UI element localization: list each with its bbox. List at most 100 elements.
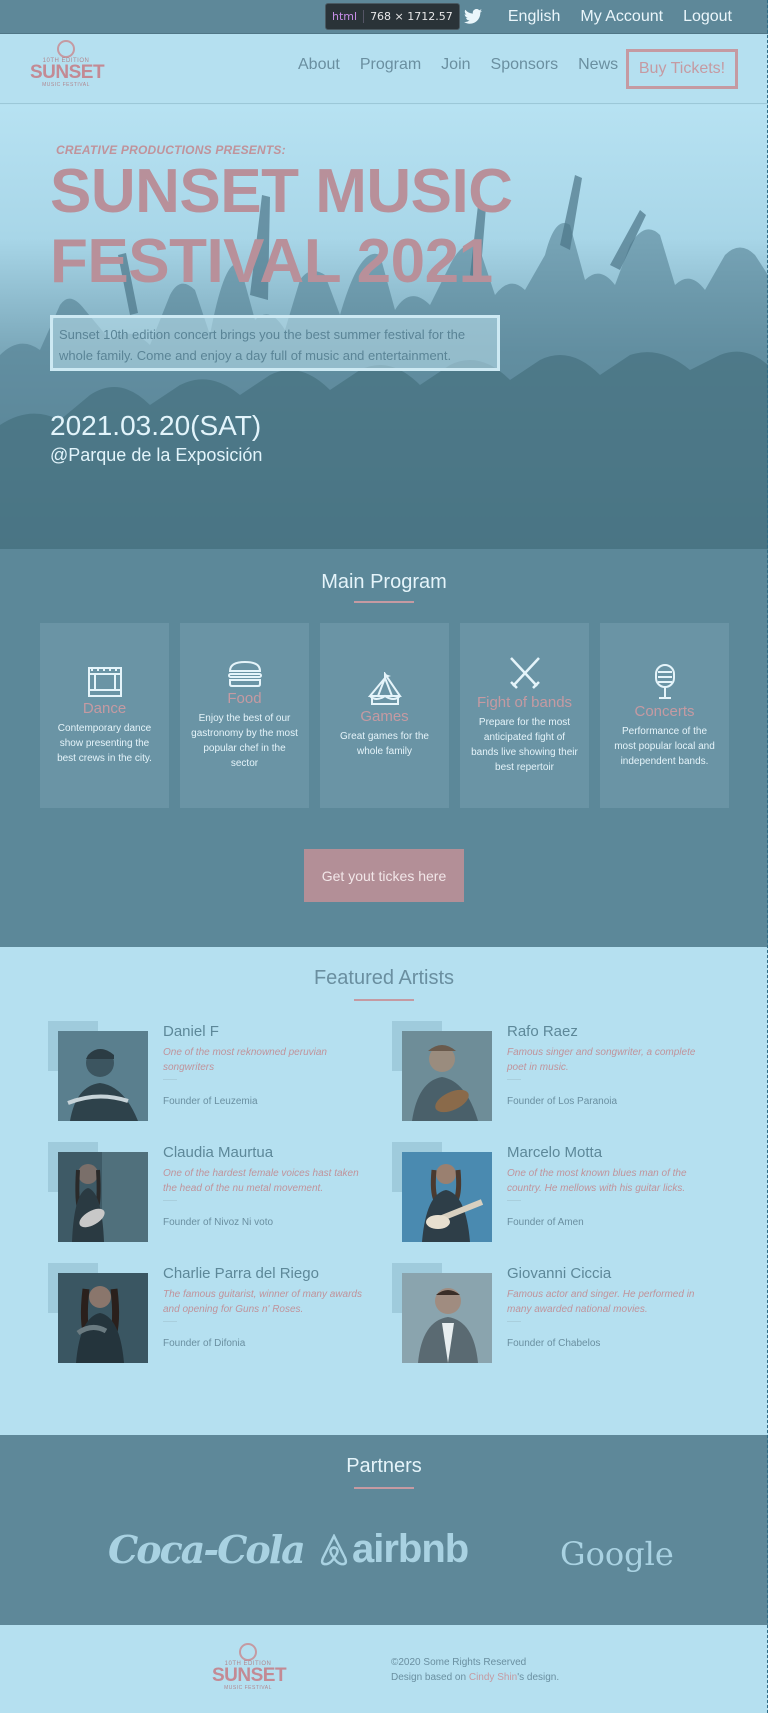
artist-founder: Founder of Chabelos xyxy=(507,1338,601,1349)
artist-photo xyxy=(402,1273,492,1363)
artist-card[interactable]: Claudia Maurtua One of the hardest femal… xyxy=(48,1142,368,1242)
program-card-title: Concerts xyxy=(634,702,695,720)
nav-join[interactable]: Join xyxy=(441,56,470,74)
program-card-concerts: Concerts Performance of the most popular… xyxy=(600,623,729,808)
artist-card[interactable]: Marcelo Motta One of the most known blue… xyxy=(392,1142,712,1242)
nav-sponsors[interactable]: Sponsors xyxy=(491,56,559,74)
artist-name: Claudia Maurtua xyxy=(163,1144,274,1161)
artist-divider xyxy=(163,1200,177,1201)
my-account-link[interactable]: My Account xyxy=(580,8,663,26)
artist-founder: Founder of Amen xyxy=(507,1217,584,1228)
top-bar: html 768 × 1712.57 English My Account Lo… xyxy=(0,0,768,34)
buy-tickets-button[interactable]: Buy Tickets! xyxy=(626,49,738,89)
program-card-title: Dance xyxy=(82,699,127,717)
artist-desc: One of the most known blues man of the c… xyxy=(507,1168,687,1194)
hero-section: CREATIVE PRODUCTIONS PRESENTS: SUNSET MU… xyxy=(0,105,768,549)
stage-icon xyxy=(87,666,122,697)
circus-tent-icon xyxy=(367,672,402,705)
artist-photo xyxy=(58,1152,148,1242)
artist-desc: The famous guitarist, winner of many awa… xyxy=(163,1289,362,1315)
footer-copyright-block: ©2020 Some Rights Reserved Design based … xyxy=(391,1655,559,1685)
program-card-desc: Prepare for the most anticipated fight o… xyxy=(471,717,578,773)
artist-divider xyxy=(507,1079,521,1080)
partners-section: Partners Coca-Cola airbnb Google xyxy=(0,1435,768,1625)
program-cards: Dance Contemporary dance show presenting… xyxy=(40,623,729,808)
hero-pretitle: CREATIVE PRODUCTIONS PRESENTS: xyxy=(56,143,286,157)
site-header: 10TH EDITION SUNSET MUSIC FESTIVAL About… xyxy=(0,34,768,104)
partner-logo-google[interactable]: Google xyxy=(560,1535,674,1573)
artist-founder: Founder of Nivoz Ni voto xyxy=(163,1217,274,1228)
program-title-rule xyxy=(354,601,414,603)
program-card-desc: Great games for the whole family xyxy=(340,731,429,757)
artists-title-rule xyxy=(354,999,414,1001)
logo-mark-icon xyxy=(57,40,75,58)
footer-logo[interactable]: 10TH EDITION SUNSET MUSIC FESTIVAL xyxy=(212,1643,287,1701)
hero-title-line2: FESTIVAL 2021 xyxy=(50,227,493,296)
microphone-icon xyxy=(654,663,675,699)
design-credit-suffix: 's design. xyxy=(517,1672,560,1683)
artist-name: Rafo Raez xyxy=(507,1023,578,1040)
featured-artists-section: Featured Artists Daniel F One of the mos… xyxy=(0,947,768,1435)
artist-photo xyxy=(402,1152,492,1242)
hero-title: SUNSET MUSIC FESTIVAL 2021 xyxy=(50,157,610,297)
program-card-desc: Enjoy the best of our gastronomy by the … xyxy=(191,713,298,769)
airbnb-wordmark: airbnb xyxy=(352,1527,469,1571)
devtools-dimensions: 768 × 1712.57 xyxy=(370,10,453,23)
artist-desc: One of the hardest female voices hast ta… xyxy=(163,1168,359,1194)
program-card-desc: Performance of the most popular local an… xyxy=(614,725,715,767)
artist-card[interactable]: Giovanni Ciccia Famous actor and singer.… xyxy=(392,1263,712,1363)
devtools-tag: html xyxy=(326,10,365,23)
program-card-dance: Dance Contemporary dance show presenting… xyxy=(40,623,169,808)
airbnb-icon xyxy=(320,1533,348,1565)
artist-founder: Founder of Los Paranoia xyxy=(507,1096,618,1107)
artist-divider xyxy=(163,1079,177,1080)
footer-copyright: ©2020 Some Rights Reserved xyxy=(391,1657,527,1668)
program-card-fight-of-bands: Fight of bands Prepare for the most anti… xyxy=(460,623,589,808)
program-card-title: Fight of bands xyxy=(476,694,573,711)
crossed-swords-icon xyxy=(509,657,540,689)
program-card-food: Food Enjoy the best of our gastronomy by… xyxy=(180,623,309,808)
artist-name: Charlie Parra del Riego xyxy=(163,1265,319,1282)
artist-photo xyxy=(58,1031,148,1121)
nav-about[interactable]: About xyxy=(298,56,340,74)
hero-title-line1: SUNSET MUSIC xyxy=(50,157,513,226)
program-card-title: Games xyxy=(360,708,409,725)
devtools-size-tooltip: html 768 × 1712.57 xyxy=(325,3,460,30)
artist-divider xyxy=(507,1200,521,1201)
design-credit-prefix: Design based on xyxy=(391,1672,469,1683)
logo-name: SUNSET xyxy=(212,1665,287,1686)
artist-founder: Founder of Difonia xyxy=(163,1338,246,1349)
artist-photo xyxy=(58,1273,148,1363)
partner-logo-airbnb[interactable]: airbnb xyxy=(320,1527,469,1572)
event-date: 2021.03.20(SAT) xyxy=(50,410,262,441)
burger-icon xyxy=(227,660,262,687)
program-card-title: Food xyxy=(227,690,262,707)
twitter-icon[interactable] xyxy=(463,9,482,24)
logo-mark-icon xyxy=(239,1643,257,1661)
program-card-desc: Contemporary dance show presenting the b… xyxy=(57,722,152,764)
logout-link[interactable]: Logout xyxy=(683,8,732,26)
artist-card[interactable]: Charlie Parra del Riego The famous guita… xyxy=(48,1263,368,1363)
event-venue: @Parque de la Exposición xyxy=(50,445,263,465)
nav-program[interactable]: Program xyxy=(360,56,421,74)
partner-logo-coca-cola[interactable]: Coca-Cola xyxy=(108,1527,306,1572)
designer-link[interactable]: Cindy Shin xyxy=(469,1672,517,1683)
logo-name: SUNSET xyxy=(30,62,105,83)
artist-founder: Founder of Leuzemia xyxy=(163,1096,258,1107)
artist-card[interactable]: Daniel F One of the most reknowned peruv… xyxy=(48,1021,368,1121)
hero-blurb: Sunset 10th edition concert brings you t… xyxy=(50,315,500,371)
main-program-section: Main Program Dance Contemporary dance sh… xyxy=(0,549,768,947)
artist-name: Daniel F xyxy=(163,1023,219,1040)
artists-title: Featured Artists xyxy=(313,967,455,989)
language-link[interactable]: English xyxy=(508,8,560,26)
main-nav: About Program Join Sponsors News xyxy=(298,56,618,74)
get-tickets-button[interactable]: Get yout tickes here xyxy=(304,849,464,902)
nav-news[interactable]: News xyxy=(578,56,618,74)
site-logo[interactable]: 10TH EDITION SUNSET MUSIC FESTIVAL xyxy=(30,40,105,98)
artist-divider xyxy=(507,1321,521,1322)
artist-desc: One of the most reknowned peruvian songw… xyxy=(163,1047,327,1073)
artist-photo xyxy=(402,1031,492,1121)
program-card-games: Games Great games for the whole family xyxy=(320,623,449,808)
artist-card[interactable]: Rafo Raez Famous singer and songwriter, … xyxy=(392,1021,712,1121)
artist-desc: Famous actor and singer. He performed in… xyxy=(507,1289,695,1315)
